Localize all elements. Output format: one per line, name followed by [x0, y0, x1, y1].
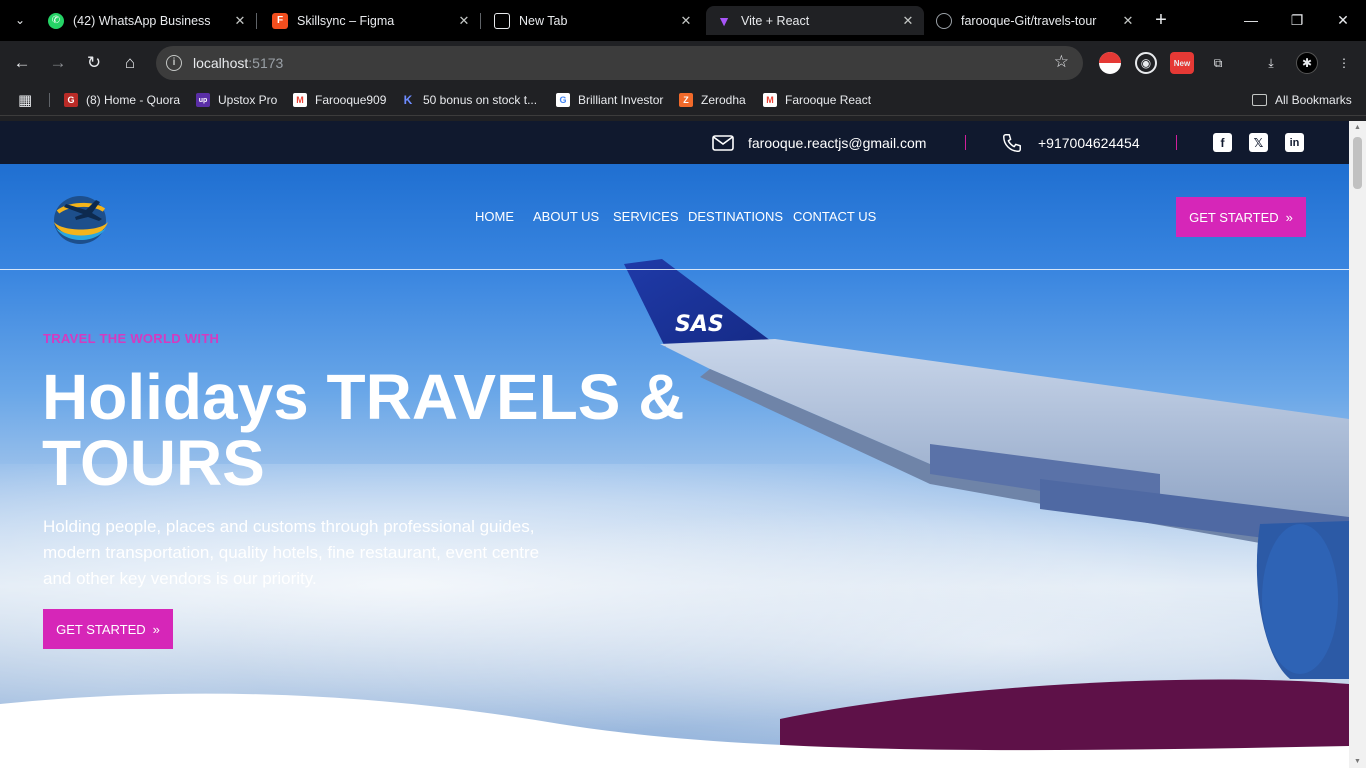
apps-grid-icon[interactable]: ▦ [18, 91, 32, 109]
tab-figma[interactable]: F Skillsync – Figma ✕ [262, 6, 480, 35]
vite-icon: ▼ [717, 12, 731, 29]
email-contact[interactable]: farooque.reactjs@gmail.com [712, 121, 926, 164]
bookmark-upstox[interactable]: up Upstox Pro [196, 91, 277, 109]
scroll-up-icon[interactable]: ▲ [1353, 124, 1362, 131]
gmail-icon: M [763, 93, 777, 107]
close-window-icon[interactable]: ✕ [1320, 8, 1366, 32]
topbar-divider [965, 135, 966, 150]
close-tab-icon[interactable]: ✕ [454, 13, 474, 29]
header-divider [0, 269, 1349, 270]
gmail-icon: M [293, 93, 307, 107]
all-bookmarks-folder[interactable]: All Bookmarks [1252, 91, 1352, 109]
extensions-puzzle-icon[interactable]: ⧉ [1207, 52, 1229, 74]
new-tab-icon [494, 12, 510, 29]
button-label: GET STARTED [1189, 209, 1279, 225]
figma-icon: F [272, 12, 288, 29]
tab-divider [480, 13, 481, 29]
download-icon[interactable]: ⤓ [1260, 52, 1282, 74]
scrollbar-thumb[interactable] [1353, 137, 1362, 189]
topbar-divider [1176, 135, 1177, 150]
folder-icon [1252, 94, 1267, 106]
close-tab-icon[interactable]: ✕ [1118, 13, 1138, 29]
tab-title: (42) WhatsApp Business [73, 13, 211, 28]
reload-icon[interactable]: ↻ [81, 50, 107, 76]
page-viewport: farooque.reactjs@gmail.com +917004624454… [0, 121, 1349, 768]
facebook-icon[interactable]: f [1213, 133, 1232, 152]
address-bar[interactable]: i localhost:5173 ☆ [156, 46, 1083, 80]
hero-section: SAS HOME ABOUT US SERVICES DESTINATIONS … [0, 164, 1349, 768]
tab-github[interactable]: farooque-Git/travels-tour ✕ [926, 6, 1144, 35]
kite-icon: K [403, 93, 413, 107]
hero-wave-divider [0, 679, 1349, 768]
tab-divider [256, 13, 257, 29]
tab-title: farooque-Git/travels-tour [961, 13, 1097, 28]
hero-get-started-button[interactable]: GET STARTED » [43, 609, 173, 649]
mail-icon [712, 134, 734, 151]
bookmark-farooque909[interactable]: M Farooque909 [293, 91, 386, 109]
linkedin-icon[interactable]: in [1285, 133, 1304, 152]
hero-eyebrow: TRAVEL THE WORLD WITH [43, 331, 220, 346]
browser-toolbar: ← → ↻ ⌂ i localhost:5173 ☆ ◉ New ⧉ ⤓ ✱ ⋮ [0, 41, 1366, 84]
phone-text: +917004624454 [1038, 134, 1140, 151]
bookmark-brilliant-investor[interactable]: G Brilliant Investor [556, 91, 663, 109]
scroll-down-icon[interactable]: ▼ [1353, 758, 1362, 765]
browser-tabstrip: ⌄ ✆ (42) WhatsApp Business ✕ F Skillsync… [0, 0, 1366, 41]
phone-icon [1003, 133, 1021, 152]
bookmark-zerodha[interactable]: Z Zerodha [679, 91, 746, 109]
double-chevron-right-icon: » [1285, 209, 1293, 225]
phone-contact[interactable]: +917004624454 [1001, 121, 1140, 164]
header-get-started-button[interactable]: GET STARTED » [1176, 197, 1306, 237]
google-icon: G [556, 93, 570, 107]
tab-title: Vite + React [741, 13, 810, 28]
tab-title: Skillsync – Figma [297, 13, 395, 28]
new-extension-icon[interactable]: New [1170, 52, 1194, 74]
bookmark-star-icon[interactable]: ☆ [1054, 52, 1069, 72]
menu-kebab-icon[interactable]: ⋮ [1333, 52, 1355, 74]
bookmark-divider [49, 93, 50, 107]
hero-title: Holidays TRAVELS & TOURS [42, 361, 685, 499]
target-extension-icon[interactable]: ◉ [1135, 52, 1157, 74]
bookmarks-bar: ▦ G (8) Home - Quora up Upstox Pro M Farooq… [0, 84, 1366, 116]
pokeball-extension-icon[interactable] [1099, 52, 1121, 74]
wing-sas-text: SAS [675, 312, 724, 337]
nav-destinations[interactable]: DESTINATIONS [688, 209, 783, 224]
whatsapp-icon: ✆ [48, 12, 64, 29]
site-info-icon[interactable]: i [166, 55, 182, 71]
restore-icon[interactable]: ❐ [1274, 8, 1320, 32]
bookmark-farooque-react[interactable]: M Farooque React [763, 91, 871, 109]
upstox-icon: up [196, 93, 210, 107]
close-tab-icon[interactable]: ✕ [898, 13, 918, 29]
bookmark-quora[interactable]: G (8) Home - Quora [64, 91, 180, 109]
close-tab-icon[interactable]: ✕ [676, 13, 696, 29]
home-icon[interactable]: ⌂ [117, 50, 143, 76]
hero-description: Holding people, places and customs throu… [43, 517, 540, 588]
bookmark-kite[interactable]: K 50 bonus on stock t... [401, 91, 537, 109]
profile-avatar-icon[interactable]: ✱ [1296, 52, 1318, 74]
nav-services[interactable]: SERVICES [613, 209, 679, 224]
double-chevron-right-icon: » [152, 621, 160, 637]
forward-icon[interactable]: → [45, 50, 71, 76]
close-tab-icon[interactable]: ✕ [230, 13, 250, 29]
email-text: farooque.reactjs@gmail.com [748, 134, 927, 151]
tab-search-icon[interactable]: ⌄ [8, 10, 32, 30]
minimize-icon[interactable]: — [1228, 8, 1274, 32]
brand-logo[interactable] [48, 186, 112, 250]
nav-home[interactable]: HOME [475, 209, 514, 224]
tab-title: New Tab [519, 13, 568, 28]
page-scrollbar[interactable]: ▲ ▼ [1349, 121, 1366, 768]
github-icon [936, 12, 952, 29]
zerodha-icon: Z [679, 93, 693, 107]
button-label: GET STARTED [56, 621, 146, 637]
quora-icon: G [64, 93, 78, 107]
nav-contact-us[interactable]: CONTACT US [793, 209, 876, 224]
tab-whatsapp[interactable]: ✆ (42) WhatsApp Business ✕ [38, 6, 256, 35]
tab-new-tab[interactable]: New Tab ✕ [484, 6, 702, 35]
contact-topbar: farooque.reactjs@gmail.com +917004624454… [0, 121, 1349, 164]
back-icon[interactable]: ← [9, 50, 35, 76]
new-tab-button[interactable]: + [1150, 9, 1172, 31]
nav-about-us[interactable]: ABOUT US [533, 209, 599, 224]
x-twitter-icon[interactable]: 𝕏 [1249, 133, 1268, 152]
url-text: localhost:5173 [193, 55, 284, 71]
tab-vite-react[interactable]: ▼ Vite + React ✕ [706, 6, 924, 35]
